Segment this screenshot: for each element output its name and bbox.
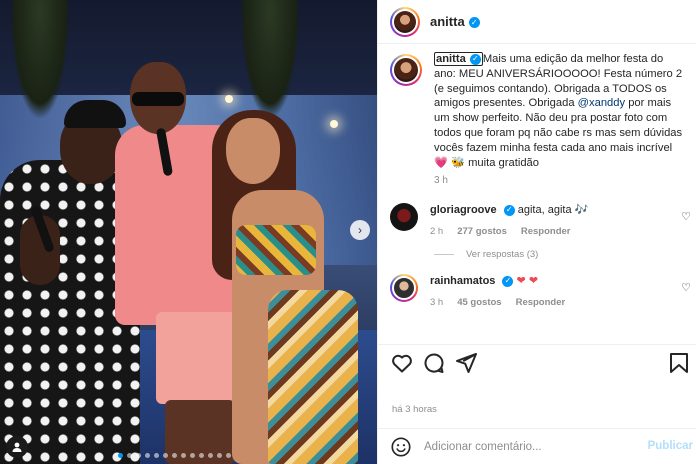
mention-link[interactable]: @xanddy [578,97,625,109]
comment-likes[interactable]: 45 gostos [457,296,501,310]
post-caption: anitta ✓ Mais uma edição da melhor festa d… [378,44,696,189]
caption-avatar[interactable] [390,54,422,86]
party-light [330,120,338,128]
like-comment-icon[interactable]: ♡ [681,281,691,294]
caption-username[interactable]: anitta ✓ [434,52,483,66]
comment-time: 2 h [430,226,444,238]
pink-heart-emoji: 💗 [434,156,448,169]
bee-emoji: 🐝 [451,156,465,169]
commenter-username[interactable]: gloriagroove [430,204,497,216]
caption-time: 3 h [434,175,448,187]
person-left-cap [64,100,126,128]
red-heart-emoji: ❤ [528,275,539,288]
author-avatar[interactable] [390,6,420,37]
post-header: anitta ✓ [378,0,696,44]
comment-text: agita, agita 🎶 [517,204,589,217]
reply-button[interactable]: Responder [516,296,566,310]
comment-bubble-icon[interactable] [422,351,446,375]
commenter-username[interactable]: rainhamatos [430,275,495,287]
like-comment-icon[interactable]: ♡ [681,210,691,223]
comment-item: rainhamatos ✓ ❤ ❤ 3 h 45 gostos Responde… [378,274,696,310]
share-paper-plane-icon[interactable] [454,351,478,375]
verified-badge-icon: ✓ [503,204,515,216]
view-replies-button[interactable]: Ver respostas (3) [434,249,696,260]
verified-badge-icon: ✓ [469,53,481,65]
person-right-skirt [268,290,358,464]
person-right-top [236,225,316,275]
caption-text: muita gratidão [464,156,539,169]
add-comment-bar: Publicar [378,428,696,464]
red-heart-emoji: ❤ [516,275,526,288]
party-light [225,95,233,103]
person-right-face [226,118,280,184]
background-tree [240,0,300,120]
comment-time: 3 h [430,297,444,309]
background-tree [10,0,70,120]
comment-item: gloriagroove ✓ agita, agita 🎶 2 h 277 go… [378,203,696,239]
comment-input[interactable] [424,440,634,453]
tagged-users-icon[interactable] [6,436,28,458]
post-actions-bar [378,344,696,380]
carousel-indicator [118,453,231,458]
commenter-avatar[interactable] [390,274,418,303]
commenter-avatar[interactable] [390,203,418,232]
reply-button[interactable]: Responder [521,225,571,239]
comments-scroll-area[interactable]: anitta ✓ Mais uma edição da melhor festa d… [378,44,696,342]
post-timestamp: há 3 horas [392,404,437,415]
verified-badge-icon: ✓ [468,17,480,29]
author-username[interactable]: anitta ✓ [430,14,480,29]
verified-badge-icon: ✓ [502,275,514,287]
publish-button[interactable]: Publicar [648,440,693,452]
comment-likes[interactable]: 277 gostos [457,225,507,239]
like-heart-icon[interactable] [390,351,414,375]
next-image-button[interactable]: › [350,220,370,240]
emoji-smiley-icon[interactable] [390,436,412,458]
save-bookmark-icon[interactable] [667,351,691,375]
sunglasses [132,92,184,106]
post-details-panel: anitta ✓ anitta ✓ Mais uma edição da melhor… [377,0,696,464]
post-photo[interactable]: › [0,0,377,464]
